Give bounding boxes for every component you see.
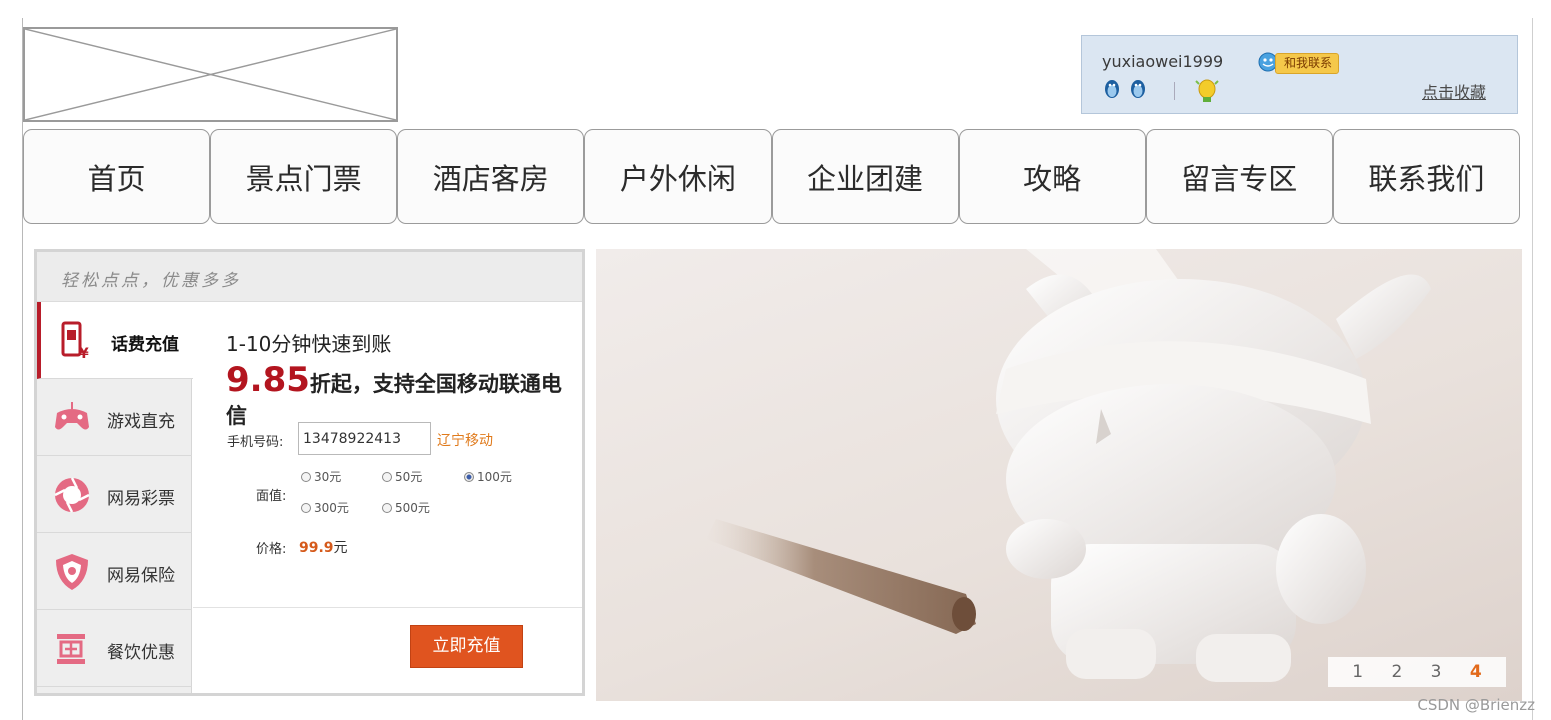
radio-icon <box>301 502 311 513</box>
price-value: 99.9 <box>299 540 334 556</box>
price-unit: 元 <box>333 540 348 556</box>
pager-page-1[interactable]: 1 <box>1352 662 1363 682</box>
tab-dining[interactable]: 餐饮优惠 <box>37 610 192 687</box>
placeholder-cross-icon <box>25 29 396 120</box>
lightbulb-icon <box>1195 79 1219 102</box>
amount-option-300[interactable]: 300元 <box>301 499 349 516</box>
svg-text:¥: ¥ <box>79 346 89 362</box>
user-panel: yuxiaowei1999 和我联系 点击收藏 <box>1081 35 1518 114</box>
logo-placeholder <box>23 27 398 122</box>
tab-game-recharge[interactable]: 游戏直充 <box>37 379 192 456</box>
recharge-speed-title: 1-10分钟快速到账 <box>226 332 392 356</box>
main-nav: 首页 景点门票 酒店客房 户外休闲 企业团建 攻略 留言专区 联系我们 <box>23 129 1520 225</box>
amount-option-label: 500元 <box>395 501 430 515</box>
recharge-discount: 9.85折起，支持全国移动联通电信 <box>226 360 582 430</box>
carrier-label: 辽宁移动 <box>437 433 493 449</box>
discount-value: 9.85 <box>226 360 310 400</box>
tab-label: 餐饮优惠 <box>107 643 175 663</box>
amount-option-label: 30元 <box>314 470 342 484</box>
nav-item-outdoor[interactable]: 户外休闲 <box>584 129 772 224</box>
page-frame-left <box>22 18 23 720</box>
recharge-tabs: ¥ 话费充值 游戏直充 网易彩票 网易保险 餐饮优惠 <box>37 302 193 693</box>
tab-label: 网易彩票 <box>107 489 175 509</box>
widget-header: 轻松点点，优惠多多 <box>37 252 582 302</box>
pager-page-2[interactable]: 2 <box>1391 662 1402 682</box>
amount-option-label: 100元 <box>477 470 512 484</box>
qq-penguin-icon <box>1105 80 1119 98</box>
nav-item-teambuilding[interactable]: 企业团建 <box>771 129 959 224</box>
gamepad-icon <box>55 402 89 430</box>
add-favorite-link[interactable]: 点击收藏 <box>1422 79 1486 103</box>
price-display: 99.9元 <box>299 537 348 557</box>
phone-number-input[interactable] <box>298 422 431 455</box>
tab-lottery[interactable]: 网易彩票 <box>37 456 192 533</box>
nav-item-guides[interactable]: 攻略 <box>958 129 1146 224</box>
nav-item-tickets[interactable]: 景点门票 <box>210 129 398 224</box>
divider <box>193 607 582 608</box>
phone-label: 手机号码: <box>227 435 284 450</box>
radio-icon <box>382 471 392 482</box>
price-label: 价格: <box>256 542 287 557</box>
hero-banner: 1 2 3 4 <box>596 249 1522 701</box>
divider <box>1174 82 1175 100</box>
nav-item-contact[interactable]: 联系我们 <box>1332 129 1520 224</box>
dining-icon <box>57 634 85 664</box>
amount-option-500[interactable]: 500元 <box>382 499 430 516</box>
nav-item-hotels[interactable]: 酒店客房 <box>397 129 585 224</box>
widget-slogan: 轻松点点，优惠多多 <box>61 271 241 291</box>
tab-label: 游戏直充 <box>107 412 175 432</box>
tab-insurance[interactable]: 网易保险 <box>37 533 192 610</box>
recharge-now-button[interactable]: 立即充值 <box>410 625 523 668</box>
nav-item-home[interactable]: 首页 <box>23 129 211 224</box>
amount-option-label: 300元 <box>314 501 349 515</box>
pager-page-4[interactable]: 4 <box>1470 662 1482 682</box>
watermark: CSDN @Brienzz <box>1417 696 1535 714</box>
amount-option-30[interactable]: 30元 <box>301 468 341 485</box>
qq-penguin-icon <box>1131 80 1145 98</box>
banner-pager: 1 2 3 4 <box>1328 657 1506 687</box>
amount-option-100[interactable]: 100元 <box>464 468 512 485</box>
recharge-widget: 轻松点点，优惠多多 ¥ 话费充值 游戏直充 网易彩票 网易保险 餐饮优惠 1-1… <box>34 249 585 696</box>
username: yuxiaowei1999 <box>1102 52 1224 71</box>
radio-icon <box>301 471 311 482</box>
radio-selected-icon <box>464 471 474 482</box>
tab-phone-recharge[interactable]: ¥ 话费充值 <box>37 302 193 379</box>
amount-label: 面值: <box>256 489 287 504</box>
banner-image <box>706 249 1431 682</box>
tab-label: 网易保险 <box>107 566 175 586</box>
insurance-icon <box>56 554 88 590</box>
tab-label: 话费充值 <box>111 335 179 355</box>
lottery-icon <box>54 477 90 513</box>
nav-item-messages[interactable]: 留言专区 <box>1145 129 1333 224</box>
phone-icon: ¥ <box>61 321 89 362</box>
radio-icon <box>382 502 392 513</box>
pager-page-3[interactable]: 3 <box>1431 662 1442 682</box>
contact-me-button[interactable]: 和我联系 <box>1275 53 1340 74</box>
amount-option-50[interactable]: 50元 <box>382 468 422 485</box>
amount-option-label: 50元 <box>395 470 423 484</box>
page-frame-right <box>1532 18 1533 720</box>
